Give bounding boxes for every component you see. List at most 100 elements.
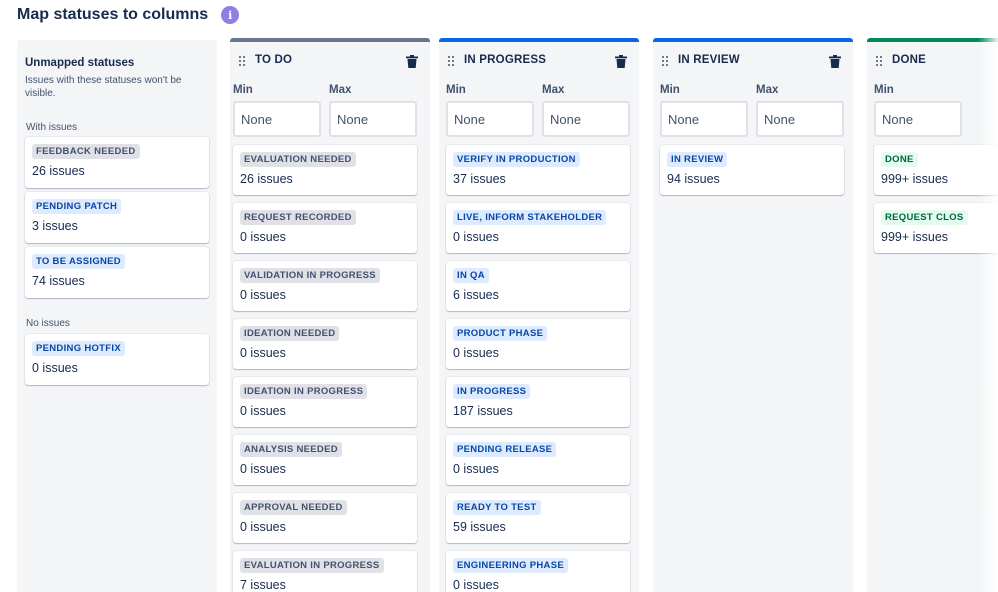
min-input[interactable] [874, 101, 962, 137]
status-card[interactable]: PENDING PATCH 3 issues [25, 192, 209, 243]
min-label: Min [446, 84, 466, 96]
unmapped-statuses-panel: Unmapped statuses Issues with these stat… [17, 40, 217, 592]
status-card[interactable]: IDEATION IN PROGRESS 0 issues [233, 377, 417, 427]
issue-count: 187 issues [453, 404, 513, 418]
status-lozenge: PENDING PATCH [32, 199, 122, 214]
issue-count: 26 issues [32, 164, 85, 178]
issue-count: 94 issues [667, 172, 720, 186]
unmapped-title: Unmapped statuses [25, 57, 135, 69]
issue-count: 0 issues [240, 288, 286, 302]
status-card[interactable]: IN QA 6 issues [446, 261, 630, 311]
info-icon[interactable]: i [221, 6, 240, 24]
status-card[interactable]: EVALUATION NEEDED 26 issues [233, 145, 417, 195]
issue-count: 7 issues [240, 578, 286, 592]
status-card[interactable]: READY TO TEST 59 issues [446, 493, 630, 543]
column-color-bar [439, 38, 639, 42]
issue-count: 59 issues [453, 520, 506, 534]
issue-count: 0 issues [453, 578, 499, 592]
trash-icon[interactable] [829, 55, 841, 68]
status-lozenge: REQUEST RECORDED [240, 210, 356, 225]
max-input[interactable] [756, 101, 844, 137]
status-lozenge: EVALUATION IN PROGRESS [240, 558, 384, 573]
min-label: Min [874, 84, 894, 96]
min-input[interactable] [233, 101, 321, 137]
status-card[interactable]: EVALUATION IN PROGRESS 7 issues [233, 551, 417, 592]
issue-count: 0 issues [32, 361, 78, 375]
drag-handle-icon[interactable] [662, 56, 670, 68]
status-lozenge: APPROVAL NEEDED [240, 500, 347, 515]
status-card[interactable]: FEEDBACK NEEDED 26 issues [25, 137, 209, 188]
status-lozenge: PRODUCT PHASE [453, 326, 548, 341]
status-card[interactable]: PRODUCT PHASE 0 issues [446, 319, 630, 369]
min-input[interactable] [446, 101, 534, 137]
status-card[interactable]: VALIDATION IN PROGRESS 0 issues [233, 261, 417, 311]
status-lozenge: FEEDBACK NEEDED [32, 144, 140, 159]
issue-count: 6 issues [453, 288, 499, 302]
no-issues-label: No issues [26, 318, 70, 329]
issue-count: 0 issues [240, 346, 286, 360]
column-color-bar [230, 38, 430, 42]
issue-count: 3 issues [32, 219, 78, 233]
trash-icon[interactable] [615, 55, 627, 68]
column-color-bar [653, 38, 853, 42]
column-name: DONE [892, 54, 927, 66]
status-lozenge: ANALYSIS NEEDED [240, 442, 342, 457]
issue-count: 0 issues [453, 346, 499, 360]
issue-count: 26 issues [240, 172, 293, 186]
status-card[interactable]: PENDING RELEASE 0 issues [446, 435, 630, 485]
unmapped-description: Issues with these statuses won't be visi… [25, 75, 182, 99]
page-header: Map statuses to columns i [17, 3, 240, 27]
drag-handle-icon[interactable] [239, 56, 247, 68]
max-label: Max [756, 84, 779, 96]
status-card[interactable]: IN PROGRESS 187 issues [446, 377, 630, 427]
status-card[interactable]: TO BE ASSIGNED 74 issues [25, 247, 209, 298]
status-card[interactable]: IDEATION NEEDED 0 issues [233, 319, 417, 369]
status-lozenge: IN QA [453, 268, 489, 283]
min-input[interactable] [660, 101, 748, 137]
issue-count: 0 issues [453, 462, 499, 476]
column-in-progress: IN PROGRESS Min Max VERIFY IN PRODUCTION… [439, 38, 639, 592]
max-label: Max [542, 84, 565, 96]
issue-count: 0 issues [240, 462, 286, 476]
page-title: Map statuses to columns [17, 6, 209, 23]
status-lozenge: DONE [881, 152, 918, 167]
status-lozenge: LIVE, INFORM STAKEHOLDER [453, 210, 607, 225]
issue-count: 999+ issues [881, 230, 949, 244]
status-lozenge: VERIFY IN PRODUCTION [453, 152, 580, 167]
scroll-fade [978, 38, 998, 592]
column-name: TO DO [255, 54, 293, 66]
column-in-review: IN REVIEW Min Max IN REVIEW 94 issues [653, 38, 853, 592]
issue-count: 37 issues [453, 172, 506, 186]
trash-icon[interactable] [406, 55, 418, 68]
status-lozenge: VALIDATION IN PROGRESS [240, 268, 380, 283]
drag-handle-icon[interactable] [448, 56, 456, 68]
issue-count: 0 issues [240, 230, 286, 244]
status-card[interactable]: VERIFY IN PRODUCTION 37 issues [446, 145, 630, 195]
status-card[interactable]: REQUEST RECORDED 0 issues [233, 203, 417, 253]
issue-count: 74 issues [32, 274, 85, 288]
status-lozenge: REQUEST CLOS [881, 210, 968, 225]
status-lozenge: IN PROGRESS [453, 384, 531, 399]
issue-count: 0 issues [240, 520, 286, 534]
issue-count: 999+ issues [881, 172, 949, 186]
status-card[interactable]: ENGINEERING PHASE 0 issues [446, 551, 630, 592]
status-card[interactable]: ANALYSIS NEEDED 0 issues [233, 435, 417, 485]
min-label: Min [660, 84, 680, 96]
status-lozenge: ENGINEERING PHASE [453, 558, 568, 573]
status-card[interactable]: IN REVIEW 94 issues [660, 145, 844, 195]
max-input[interactable] [542, 101, 630, 137]
max-input[interactable] [329, 101, 417, 137]
issue-count: 0 issues [240, 404, 286, 418]
status-card[interactable]: APPROVAL NEEDED 0 issues [233, 493, 417, 543]
column-to-do: TO DO Min Max EVALUATION NEEDED 26 issue… [230, 38, 430, 592]
status-lozenge: IDEATION IN PROGRESS [240, 384, 368, 399]
status-lozenge: PENDING RELEASE [453, 442, 557, 457]
drag-handle-icon[interactable] [876, 56, 884, 68]
status-lozenge: IN REVIEW [667, 152, 728, 167]
column-name: IN PROGRESS [464, 54, 547, 66]
column-name: IN REVIEW [678, 54, 740, 66]
status-card[interactable]: LIVE, INFORM STAKEHOLDER 0 issues [446, 203, 630, 253]
status-card[interactable]: PENDING HOTFIX 0 issues [25, 334, 209, 385]
status-lozenge: EVALUATION NEEDED [240, 152, 356, 167]
status-lozenge: PENDING HOTFIX [32, 341, 125, 356]
